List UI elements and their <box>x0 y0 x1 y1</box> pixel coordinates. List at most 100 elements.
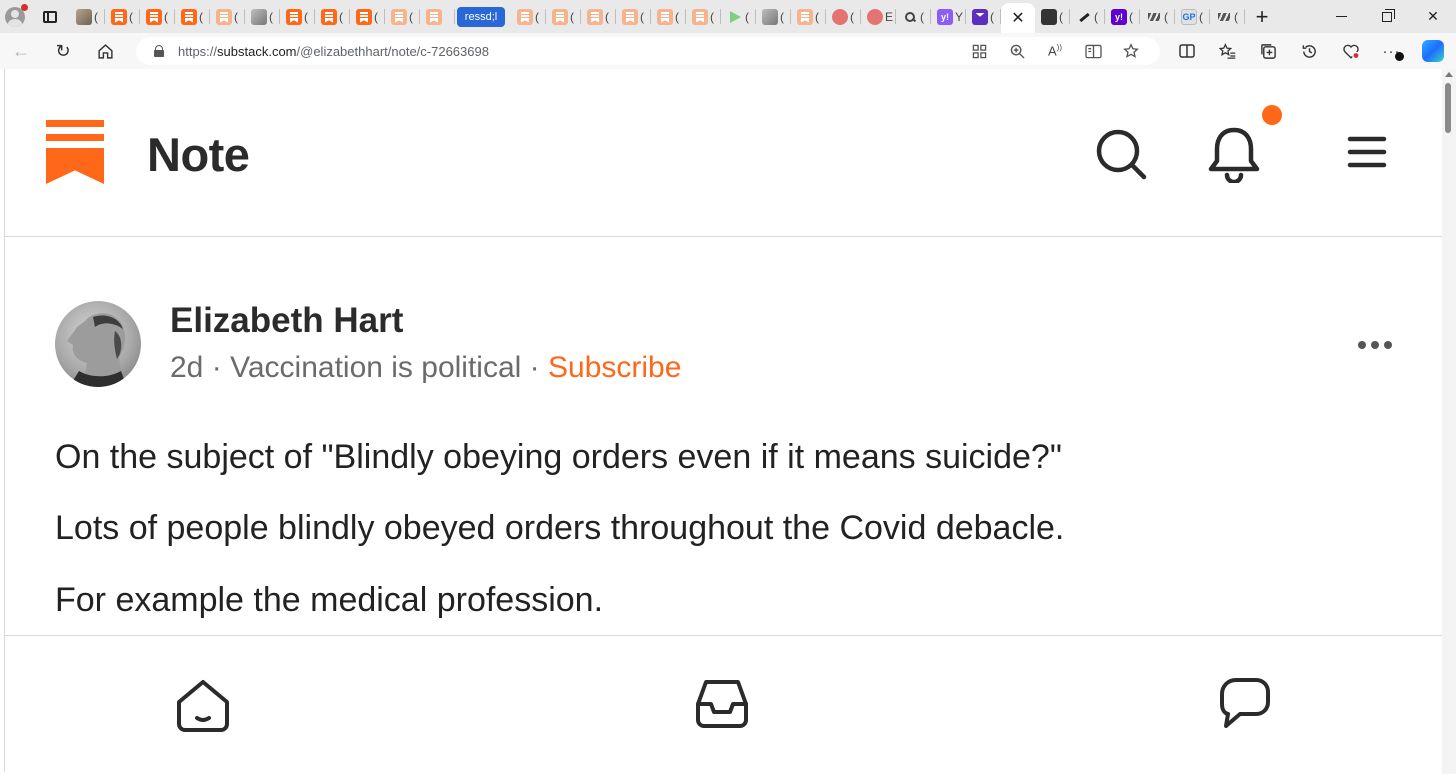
tab-favicon <box>1076 9 1092 25</box>
close-window-button[interactable]: ✕ <box>1410 0 1456 33</box>
browser-tab[interactable]: ( <box>1070 0 1105 33</box>
browser-tab[interactable]: ( <box>210 0 245 33</box>
tab-favicon <box>832 8 848 25</box>
refresh-button[interactable]: ↻ <box>42 33 84 69</box>
browser-tab[interactable]: ( <box>245 0 280 33</box>
substack-favicon <box>797 8 813 25</box>
browser-tab[interactable]: ( <box>546 0 581 33</box>
highlighted-tab[interactable]: ressd;l <box>457 6 505 27</box>
browser-tab[interactable]: ( <box>511 0 546 33</box>
back-button[interactable]: ← <box>0 33 42 69</box>
url-path: /@elizabethhart/note/c-72663698 <box>296 43 489 59</box>
restore-button[interactable] <box>1364 0 1410 33</box>
back-arrow-icon: ← <box>12 40 30 61</box>
restore-icon <box>1382 8 1395 22</box>
browser-tab[interactable]: ( <box>616 0 651 33</box>
browser-tab[interactable]: ( <box>1140 0 1175 33</box>
browser-tab[interactable]: ( <box>686 0 721 33</box>
browser-tab[interactable]: ( <box>581 0 616 33</box>
copilot-button[interactable] <box>1412 33 1453 69</box>
favorites-button[interactable] <box>1207 33 1248 69</box>
browser-tab[interactable]: ( <box>826 0 861 33</box>
browser-tab[interactable]: ( <box>280 0 315 33</box>
more-options-icon[interactable] <box>1358 341 1392 349</box>
browser-tab[interactable]: ( <box>385 0 420 33</box>
home-button[interactable] <box>84 33 126 69</box>
author-avatar[interactable] <box>55 301 141 387</box>
collections-button[interactable] <box>1248 33 1289 69</box>
tab-favicon <box>251 8 267 25</box>
active-tab[interactable]: ✕ <box>1001 3 1035 33</box>
author-name[interactable]: Elizabeth Hart <box>170 301 403 341</box>
browser-tab[interactable]: ( <box>896 0 931 33</box>
tab-favicon <box>867 8 883 25</box>
favorite-button[interactable] <box>1112 37 1150 65</box>
history-icon <box>1302 44 1316 58</box>
page-scrollbar[interactable] <box>1442 69 1456 774</box>
minimize-button[interactable] <box>1318 0 1364 33</box>
new-tab-button[interactable]: + <box>1245 0 1279 33</box>
split-screen-icon <box>1178 44 1195 58</box>
substack-logo[interactable] <box>46 120 104 184</box>
browser-tab[interactable]: ( <box>721 0 756 33</box>
menu-icon[interactable] <box>1347 135 1387 169</box>
collections-icon <box>1261 43 1276 59</box>
close-tab-icon[interactable]: ✕ <box>1011 8 1024 28</box>
zoom-button[interactable] <box>998 37 1036 65</box>
tab-actions-icon <box>43 10 57 23</box>
browser-tab[interactable]: ( <box>105 0 140 33</box>
tab-actions-button[interactable] <box>30 0 70 33</box>
inbox-icon[interactable] <box>694 678 750 730</box>
home-icon[interactable] <box>175 678 231 734</box>
app-available-button[interactable] <box>960 37 998 65</box>
address-bar[interactable]: https://substack.com/@elizabethhart/note… <box>136 37 1160 65</box>
search-favicon <box>902 9 918 25</box>
browser-tab[interactable]: ( <box>175 0 210 33</box>
url-host: substack.com <box>217 43 297 59</box>
read-aloud-button[interactable]: A)) <box>1036 37 1074 65</box>
tab-favicon <box>76 8 92 25</box>
profile-button[interactable] <box>0 0 30 33</box>
browser-tab[interactable]: ( <box>140 0 175 33</box>
play-icon <box>727 9 743 25</box>
browser-tab[interactable]: ( <box>756 0 791 33</box>
tab-favicon <box>1041 8 1057 25</box>
browser-tab[interactable]: ( <box>1035 0 1070 33</box>
extension-button[interactable] <box>1330 33 1371 69</box>
browser-tab[interactable]: y! Y <box>931 0 966 33</box>
site-header: Note <box>4 69 1442 237</box>
url-text[interactable]: https://substack.com/@elizabethhart/note… <box>178 44 489 59</box>
browser-tab[interactable]: ( <box>651 0 686 33</box>
browser-tab[interactable] <box>420 0 455 33</box>
lock-icon <box>154 45 164 57</box>
browser-tab[interactable]: E <box>861 0 896 33</box>
split-screen-button[interactable] <box>1166 33 1207 69</box>
history-button[interactable] <box>1289 33 1330 69</box>
browser-tab-strip: ( ( ( ( ( ( ( ( ( ( ressd;l ( ( ( ( ( ( … <box>0 0 1456 33</box>
browser-tab[interactable]: ( <box>350 0 385 33</box>
substack-favicon <box>286 8 302 25</box>
browser-tab[interactable]: ( <box>966 0 1001 33</box>
browser-tab[interactable]: ( <box>70 0 105 33</box>
publication-name[interactable]: Vaccination is political <box>230 351 521 384</box>
scroll-up-arrow-icon[interactable] <box>1445 72 1453 77</box>
more-options-button[interactable]: ··· <box>1371 33 1412 69</box>
browser-tab[interactable]: ( <box>315 0 350 33</box>
browser-tab[interactable]: ( <box>791 0 826 33</box>
browser-tab[interactable]: y!( <box>1105 0 1140 33</box>
yahoo-favicon: y! <box>937 8 953 25</box>
chat-icon[interactable] <box>1216 676 1272 732</box>
apps-icon <box>972 44 986 58</box>
immersive-reader-button[interactable] <box>1074 37 1112 65</box>
page-border <box>4 69 5 772</box>
bell-icon[interactable] <box>1208 127 1260 183</box>
scrollbar-thumb[interactable] <box>1445 83 1451 133</box>
read-aloud-icon: A)) <box>1048 43 1062 59</box>
subscribe-link[interactable]: Subscribe <box>548 351 681 384</box>
browser-extensions: ··· <box>1166 33 1453 69</box>
substack-favicon <box>587 8 603 25</box>
meta-separator: · <box>529 351 540 384</box>
browser-tab[interactable]: GP( <box>1175 0 1210 33</box>
search-icon[interactable] <box>1094 127 1148 181</box>
browser-tab[interactable]: ( <box>1210 0 1245 33</box>
